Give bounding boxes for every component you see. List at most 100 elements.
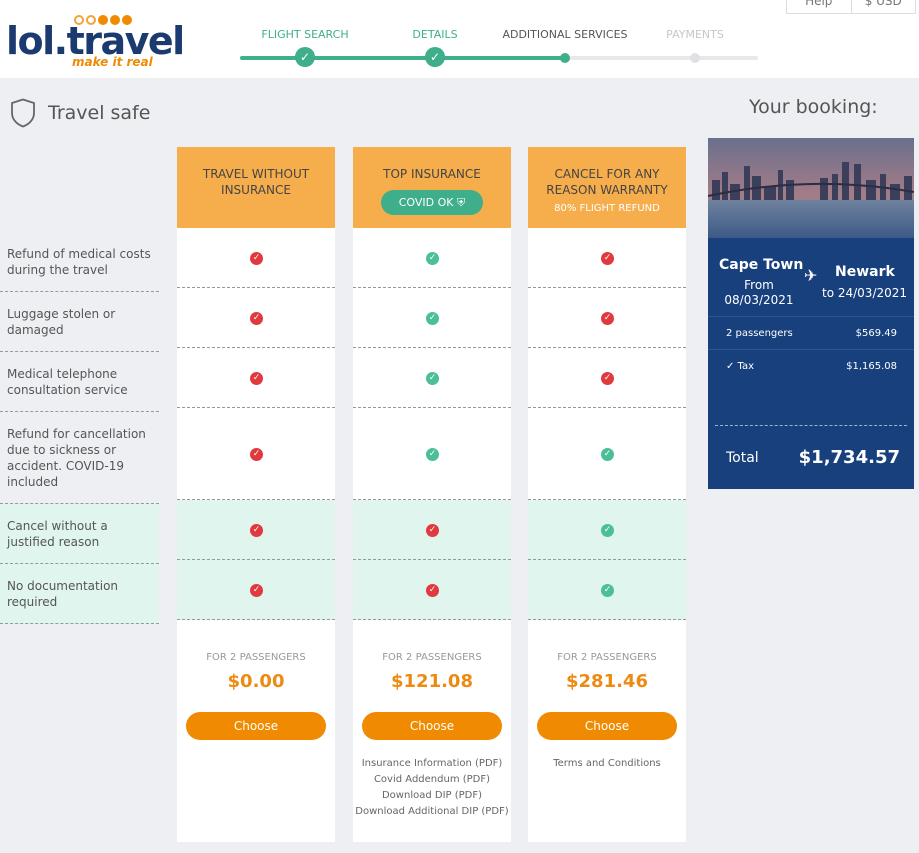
coverage-cell: ✓ bbox=[177, 348, 335, 408]
price-block: FOR 2 PASSENGERS $0.00 Choose bbox=[177, 620, 335, 740]
price-block: FOR 2 PASSENGERS $121.08 Choose Insurance I… bbox=[353, 620, 511, 820]
coverage-cell: ✓ bbox=[353, 228, 511, 288]
step-4: PAYMENTS bbox=[625, 28, 765, 63]
logo-tagline: make it real bbox=[72, 55, 153, 69]
step-2: DETAILS ✓ bbox=[365, 28, 505, 67]
choose-button[interactable]: Choose bbox=[362, 712, 502, 740]
logo-circles bbox=[74, 15, 132, 25]
cross-circle-icon: ✓ bbox=[250, 371, 263, 385]
check-circle-icon: ✓ bbox=[601, 523, 614, 537]
coverage-cell: ✓ bbox=[353, 288, 511, 348]
document-link[interactable]: Covid Addendum (PDF) bbox=[353, 772, 511, 788]
document-link[interactable]: Insurance Information (PDF) bbox=[353, 756, 511, 772]
progress-steps: FLIGHT SEARCH ✓ DETAILS ✓ ADDITIONAL SERVICE… bbox=[240, 28, 760, 68]
coverage-cell: ✓ bbox=[528, 348, 686, 408]
cross-circle-icon: ✓ bbox=[601, 251, 614, 265]
price-block: FOR 2 PASSENGERS $281.46 Choose Terms and C… bbox=[528, 620, 686, 772]
cross-circle-icon: ✓ bbox=[426, 583, 439, 597]
cross-circle-icon: ✓ bbox=[250, 523, 263, 537]
coverage-cell: ✓ bbox=[528, 228, 686, 288]
coverage-cell: ✓ bbox=[528, 288, 686, 348]
plan-documents: Terms and Conditions bbox=[528, 756, 686, 772]
cross-circle-icon: ✓ bbox=[250, 447, 263, 461]
coverage-cell: ✓ bbox=[528, 500, 686, 560]
plan-header: TRAVEL WITHOUT INSURANCE bbox=[177, 147, 335, 228]
step-fill bbox=[240, 56, 562, 60]
check-circle-icon: ✓ bbox=[426, 311, 439, 325]
step-label: PAYMENTS bbox=[666, 28, 724, 41]
feature-label: Cancel without a justified reason bbox=[0, 504, 159, 564]
plan-header: TOP INSURANCE COVID OK ⛨ bbox=[353, 147, 511, 228]
booking-total: Total $1,734.57 bbox=[715, 425, 907, 485]
destination-city: Newark bbox=[835, 264, 895, 280]
plan-name: CANCEL FOR ANY REASON WARRANTY bbox=[546, 167, 668, 197]
plan-price: $281.46 bbox=[566, 671, 648, 692]
cross-circle-icon: ✓ bbox=[601, 311, 614, 325]
airplane-icon: ✈ bbox=[804, 266, 818, 285]
origin-city: Cape Town bbox=[719, 257, 804, 273]
help-link[interactable]: Help bbox=[787, 0, 851, 13]
plan-price: $0.00 bbox=[227, 671, 285, 692]
coverage-cell: ✓ bbox=[528, 560, 686, 620]
choose-button[interactable]: Choose bbox=[186, 712, 326, 740]
step-label: DETAILS bbox=[412, 28, 458, 41]
coverage-cell: ✓ bbox=[177, 560, 335, 620]
coverage-cell: ✓ bbox=[353, 408, 511, 500]
total-label: Total bbox=[726, 450, 759, 466]
shield-plus-icon: ⛨ bbox=[457, 196, 466, 209]
coverage-cell: ✓ bbox=[177, 408, 335, 500]
covid-badge: COVID OK ⛨ bbox=[380, 190, 484, 215]
feature-list: Refund of medical costs during the trave… bbox=[0, 232, 159, 624]
booking-title: Your booking: bbox=[749, 96, 878, 118]
total-value: $1,734.57 bbox=[798, 447, 900, 468]
step-dot bbox=[690, 53, 700, 63]
cross-circle-icon: ✓ bbox=[250, 311, 263, 325]
check-icon: ✓ bbox=[295, 47, 315, 67]
plan-price: $121.08 bbox=[391, 671, 473, 692]
passengers-note: FOR 2 PASSENGERS bbox=[557, 652, 657, 663]
logo[interactable]: lol.travel make it real bbox=[6, 15, 185, 69]
site-header: lol.travel make it real FLIGHT SEARCH ✓ DE… bbox=[0, 0, 919, 78]
step-label: ADDITIONAL SERVICES bbox=[502, 28, 628, 41]
passengers-line: 2 passengers $569.49 bbox=[708, 316, 914, 349]
step-3: ADDITIONAL SERVICES bbox=[495, 28, 635, 63]
cross-circle-icon: ✓ bbox=[601, 371, 614, 385]
cross-circle-icon: ✓ bbox=[426, 523, 439, 537]
currency-selector[interactable]: $ USD bbox=[850, 0, 916, 13]
tax-line: ✓ Tax $1,165.08 bbox=[708, 349, 914, 382]
feature-label: Medical telephone consultation service bbox=[0, 352, 159, 412]
document-link[interactable]: Download DIP (PDF) bbox=[353, 788, 511, 804]
feature-label: No documentation required bbox=[0, 564, 159, 624]
travel-safe-heading: Travel safe bbox=[10, 98, 150, 128]
cross-circle-icon: ✓ bbox=[250, 251, 263, 265]
refund-note: 80% FLIGHT REFUND bbox=[554, 203, 660, 214]
document-link[interactable]: Terms and Conditions bbox=[528, 756, 686, 772]
coverage-cell: ✓ bbox=[528, 408, 686, 500]
feature-label: Luggage stolen or damaged bbox=[0, 292, 159, 352]
feature-label: Refund for cancellation due to sickness … bbox=[0, 412, 159, 504]
check-circle-icon: ✓ bbox=[426, 371, 439, 385]
booking-summary: Cape Town From 08/03/2021 ✈ Newark to 24… bbox=[708, 138, 914, 489]
destination-photo bbox=[708, 138, 914, 238]
top-utility-bar: Help $ USD bbox=[786, 0, 916, 14]
plan-name: TOP INSURANCE bbox=[383, 167, 481, 181]
coverage-cell: ✓ bbox=[353, 560, 511, 620]
passengers-note: FOR 2 PASSENGERS bbox=[206, 652, 306, 663]
check-circle-icon: ✓ bbox=[426, 251, 439, 265]
return-date: to 24/03/2021 bbox=[822, 286, 908, 300]
shield-icon bbox=[11, 98, 35, 128]
plan-documents: Insurance Information (PDF) Covid Addendu… bbox=[353, 756, 511, 820]
coverage-cell: ✓ bbox=[177, 288, 335, 348]
choose-button[interactable]: Choose bbox=[537, 712, 677, 740]
step-1: FLIGHT SEARCH ✓ bbox=[235, 28, 375, 67]
passengers-note: FOR 2 PASSENGERS bbox=[382, 652, 482, 663]
coverage-cell: ✓ bbox=[177, 228, 335, 288]
page-title: Travel safe bbox=[48, 102, 151, 124]
plan-column: TOP INSURANCE COVID OK ⛨ ✓ ✓ ✓ ✓ ✓ ✓ FOR 2 PASSE… bbox=[353, 147, 511, 842]
departure-date: From 08/03/2021 bbox=[724, 278, 794, 307]
plan-header: CANCEL FOR ANY REASON WARRANTY 80% FLIGHT… bbox=[528, 147, 686, 228]
step-dot bbox=[560, 53, 570, 63]
document-link[interactable]: Download Additional DIP (PDF) bbox=[353, 804, 511, 820]
coverage-cell: ✓ bbox=[177, 500, 335, 560]
check-icon: ✓ bbox=[425, 47, 445, 67]
